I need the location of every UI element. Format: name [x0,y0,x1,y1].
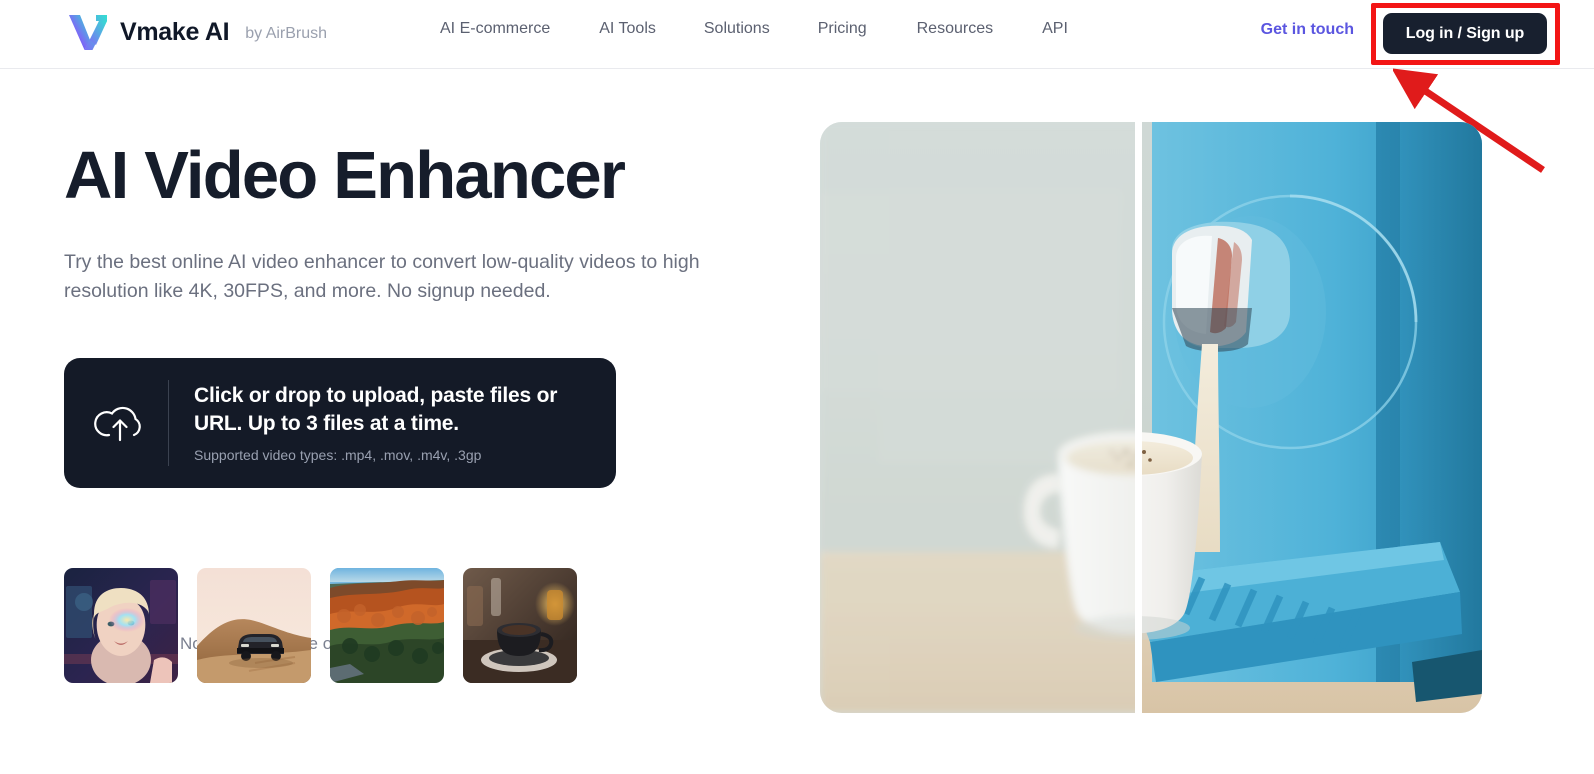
nav-item-solutions[interactable]: Solutions [704,21,770,37]
hero-subtitle: Try the best online AI video enhancer to… [64,251,700,302]
login-signup-button[interactable]: Log in / Sign up [1383,13,1547,54]
nav-item-api[interactable]: API [1042,21,1068,37]
brand-logo-group[interactable]: Vmake AI by AirBrush [66,12,327,52]
hero-left-column: AI Video Enhancer Try the best online AI… [64,118,794,683]
nav-item-pricing[interactable]: Pricing [818,21,867,37]
page-root: Vmake AI by AirBrush AI E-commerce AI To… [0,0,1594,774]
nav-item-ai-ecommerce[interactable]: AI E-commerce [440,21,550,37]
upload-supported-types: Supported video types: .mp4, .mov, .m4v,… [194,446,482,463]
vmake-v-logo-icon [69,15,107,50]
upload-divider [168,380,169,466]
brand-name: Vmake AI [120,17,230,46]
upload-dropzone[interactable]: Click or drop to upload, paste files or … [64,358,616,488]
page-title: AI Video Enhancer [64,138,626,213]
nav-item-resources[interactable]: Resources [917,21,993,37]
upload-text-group: Click or drop to upload, paste files or … [194,382,594,463]
demo-video-thumbnails [64,568,577,683]
cloud-upload-icon [94,406,141,442]
demo-thumbnail-coffee-cup[interactable] [463,568,577,683]
get-in-touch-link[interactable]: Get in touch [1261,22,1354,38]
before-after-preview-image [820,122,1482,713]
demo-thumbnail-portrait-woman[interactable] [64,568,178,683]
upload-title: Click or drop to upload, paste files or … [194,384,558,436]
main-navigation: AI E-commerce AI Tools Solutions Pricing… [440,21,1068,37]
brand-byline: by AirBrush [245,25,328,42]
nav-item-ai-tools[interactable]: AI Tools [599,21,656,37]
demo-thumbnail-suv-desert[interactable] [197,568,311,683]
site-header: Vmake AI by AirBrush AI E-commerce AI To… [0,0,1594,69]
demo-thumbnail-autumn-forest[interactable] [330,568,444,683]
coffee-machine-comparison-graphic [820,122,1482,713]
